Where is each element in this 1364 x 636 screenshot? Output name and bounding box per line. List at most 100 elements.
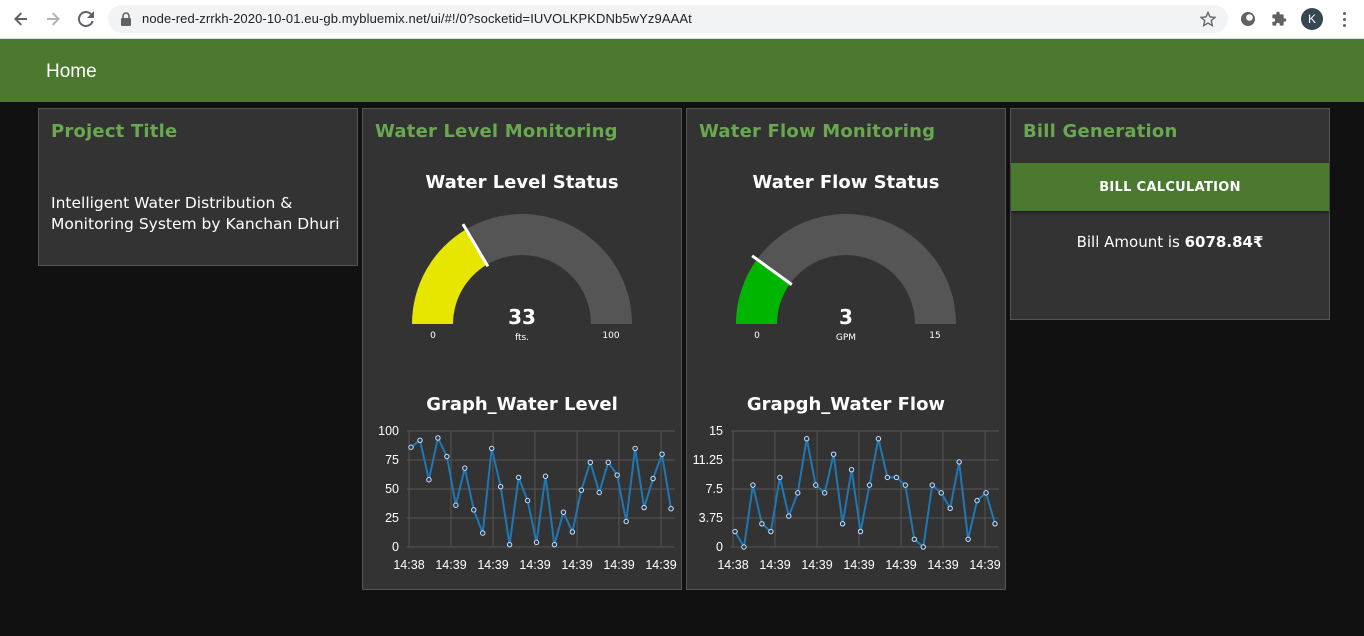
- card-title: Water Flow Monitoring: [699, 121, 936, 142]
- data-point: [875, 436, 882, 442]
- water-flow-chart: 0 3.75 7.5 11.25 15 14:38 14:39 14:39 14:39 14:39…: [693, 424, 1001, 572]
- data-point: [435, 435, 441, 441]
- data-point: [471, 507, 477, 513]
- data-point: [453, 502, 459, 508]
- y-tick-label: 0: [392, 540, 399, 554]
- bill-amount-text: Bill Amount is 6078.84₹: [1011, 233, 1329, 251]
- browser-chrome: node-red-zrrkh-2020-10-01.eu-gb.mybluemi…: [0, 0, 1364, 39]
- data-point: [533, 539, 540, 546]
- address-bar[interactable]: node-red-zrrkh-2020-10-01.eu-gb.mybluemi…: [108, 5, 1228, 33]
- data-point: [741, 544, 747, 550]
- x-tick-label: 14:39: [477, 558, 508, 572]
- data-point: [587, 459, 594, 466]
- water-level-card: Water Level Monitoring Water Level Statu…: [362, 108, 682, 590]
- data-point: [857, 528, 864, 535]
- data-point: [542, 473, 549, 479]
- data-point: [623, 518, 629, 525]
- x-tick-label: 14:38: [393, 558, 424, 572]
- back-arrow-icon[interactable]: [8, 7, 34, 31]
- data-point: [578, 487, 585, 493]
- card-title: Project Title: [51, 121, 178, 142]
- chart-title: Graph_Water Level: [426, 394, 618, 415]
- data-point: [444, 453, 450, 460]
- data-point: [515, 474, 522, 481]
- y-tick-label: 15: [709, 424, 723, 438]
- y-tick-label: 75: [385, 453, 399, 467]
- forward-arrow-icon[interactable]: [40, 7, 66, 31]
- data-point: [560, 509, 567, 515]
- gauge-units: fts.: [515, 333, 529, 343]
- extensions-puzzle-icon[interactable]: [1269, 9, 1289, 29]
- data-point: [839, 521, 846, 527]
- data-point: [965, 536, 971, 542]
- gauge-title: Water Flow Status: [752, 172, 940, 193]
- gauge-min-label: 0: [754, 331, 760, 341]
- water-level-chart: 0 25 50 75 100 14:38 14:39 14:39 14:39 14:39 14:39…: [378, 424, 677, 572]
- data-point: [668, 506, 674, 512]
- gauge-value-text: 3: [839, 305, 853, 329]
- data-point: [650, 475, 656, 482]
- bill-calculation-button[interactable]: BILL CALCULATION: [1011, 163, 1329, 211]
- data-point: [866, 482, 873, 488]
- dashboard-toolbar: Home: [0, 39, 1364, 102]
- data-point: [947, 505, 953, 512]
- data-point: [768, 528, 774, 535]
- x-tick-label: 14:39: [759, 558, 790, 572]
- gauge-max-label: 15: [929, 331, 940, 341]
- card-title: Water Level Monitoring: [375, 121, 618, 142]
- x-tick-label: 14:39: [885, 558, 916, 572]
- chart-title: Grapgh_Water Flow: [746, 394, 946, 415]
- data-point: [632, 445, 638, 452]
- x-tick-label: 14:39: [519, 558, 550, 572]
- reload-icon[interactable]: [73, 7, 99, 31]
- extension-circle-icon[interactable]: [1238, 9, 1258, 29]
- data-point: [893, 474, 900, 481]
- y-tick-label: 25: [385, 511, 399, 525]
- water-flow-gauge: 3 GPM 0 15: [687, 207, 1005, 347]
- data-point: [524, 497, 531, 504]
- data-point: [956, 459, 962, 465]
- bill-generation-card: Bill Generation BILL CALCULATION Bill Am…: [1010, 108, 1330, 320]
- gauge-min-label: 0: [430, 331, 436, 341]
- data-point: [506, 541, 513, 548]
- data-point: [821, 490, 828, 496]
- y-tick-label: 3.75: [699, 511, 723, 525]
- gauge-value-text: 33: [508, 305, 536, 329]
- x-tick-label: 14:38: [717, 558, 748, 572]
- url-text: node-red-zrrkh-2020-10-01.eu-gb.mybluemi…: [142, 11, 692, 26]
- data-point: [569, 529, 576, 535]
- data-point: [426, 477, 432, 483]
- gauge-title: Water Level Status: [425, 172, 619, 193]
- data-point: [812, 482, 819, 488]
- y-tick-label: 11.25: [693, 453, 723, 467]
- series-line: [734, 438, 996, 550]
- data-point: [804, 436, 810, 442]
- data-point: [830, 451, 837, 457]
- y-tick-label: 50: [385, 482, 399, 496]
- data-point: [750, 482, 756, 488]
- data-point: [974, 497, 980, 504]
- x-tick-label: 14:39: [927, 558, 958, 572]
- data-point: [929, 482, 935, 488]
- profile-avatar[interactable]: K: [1301, 8, 1323, 30]
- gauge-max-label: 100: [602, 331, 619, 341]
- browser-menu-icon[interactable]: [1334, 9, 1354, 29]
- x-tick-label: 14:39: [435, 558, 466, 572]
- y-tick-label: 0: [716, 540, 723, 554]
- project-title-card: Project Title Intelligent Water Distribu…: [38, 108, 358, 266]
- data-point: [795, 490, 801, 496]
- bookmark-star-icon[interactable]: [1200, 11, 1216, 27]
- data-point: [614, 472, 620, 478]
- x-tick-label: 14:39: [843, 558, 874, 572]
- data-point: [488, 445, 495, 452]
- data-point: [902, 482, 909, 488]
- page-title: Home: [46, 61, 97, 82]
- y-tick-label: 7.5: [706, 482, 723, 496]
- data-point: [408, 444, 414, 450]
- data-point: [992, 521, 998, 527]
- data-point: [759, 521, 765, 527]
- data-point: [462, 465, 468, 471]
- data-point: [884, 474, 891, 481]
- data-point: [938, 490, 944, 496]
- data-point: [605, 459, 611, 466]
